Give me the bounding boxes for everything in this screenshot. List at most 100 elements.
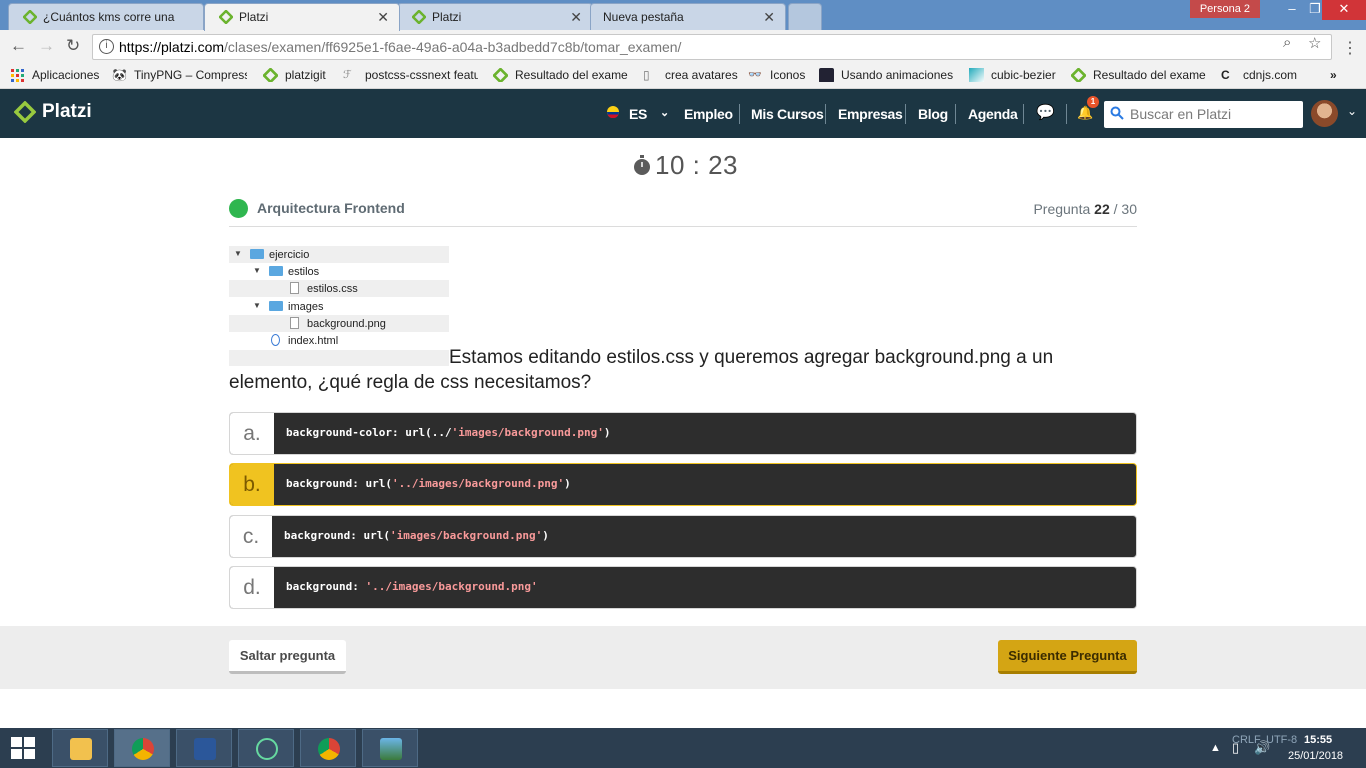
- close-icon[interactable]: ✕: [763, 9, 775, 26]
- bookmark-avatares[interactable]: ▯ crea avatares: [643, 68, 738, 82]
- taskbar-chrome-1[interactable]: [114, 729, 170, 767]
- bookmark-iconos[interactable]: 👓 Iconos: [748, 68, 805, 82]
- bookmark-platzigit[interactable]: platzigit: [263, 68, 326, 82]
- language-selector[interactable]: ES: [629, 106, 647, 122]
- close-window-icon[interactable]: ✕: [1322, 0, 1366, 20]
- answer-option-a[interactable]: a. background-color: url(../'images/back…: [229, 412, 1137, 455]
- bookmark-label: platzigit: [285, 68, 326, 82]
- code-text: ): [564, 477, 571, 490]
- option-code: background-color: url(../'images/backgro…: [286, 426, 611, 439]
- folder-icon: [70, 738, 92, 760]
- taskbar-chrome-2[interactable]: [300, 729, 356, 767]
- forward-icon[interactable]: →: [38, 36, 55, 56]
- nav-empleo[interactable]: Empleo: [684, 106, 733, 122]
- skip-question-button[interactable]: Saltar pregunta: [229, 640, 346, 674]
- folder-icon: [269, 266, 283, 276]
- option-letter: d.: [230, 567, 274, 608]
- bookmark-tinypng[interactable]: 🐼 TinyPNG – Compress: [112, 68, 247, 82]
- browser-tab-2[interactable]: Platzi ✕: [204, 3, 400, 31]
- search-icon: [1110, 106, 1124, 120]
- bookmarks-bar: Aplicaciones 🐼 TinyPNG – Compress platzi…: [0, 64, 1366, 89]
- minimize-icon[interactable]: –: [1276, 0, 1308, 20]
- option-code: background: url('../images/background.pn…: [286, 477, 571, 490]
- bookmark-apps[interactable]: Aplicaciones: [10, 68, 99, 82]
- clock-date[interactable]: 25/01/2018: [1288, 750, 1343, 762]
- reload-icon[interactable]: ↻: [66, 36, 80, 56]
- page-icon: ▯: [643, 68, 650, 82]
- taskbar-atom[interactable]: [238, 729, 294, 767]
- platzi-icon: [1071, 68, 1086, 82]
- chrome-icon: [132, 738, 154, 760]
- star-icon[interactable]: ☆: [1308, 34, 1321, 52]
- chevron-down-icon[interactable]: ⌄: [660, 106, 669, 119]
- answer-option-c[interactable]: c. background: url('images/background.pn…: [229, 515, 1137, 558]
- option-letter: a.: [230, 413, 274, 454]
- address-bar[interactable]: i https://platzi.com/clases/examen/ff692…: [92, 34, 1332, 60]
- close-icon[interactable]: ✕: [570, 9, 582, 26]
- chat-bubble-icon[interactable]: 💬: [1036, 103, 1055, 121]
- browser-toolbar: ← → ↻ i https://platzi.com/clases/examen…: [0, 30, 1366, 64]
- code-text: ): [542, 529, 549, 542]
- bookmark-label: Resultado del exame: [1093, 68, 1206, 82]
- tray-chevron-icon[interactable]: ▲: [1210, 742, 1221, 754]
- atom-icon: [256, 738, 278, 760]
- browser-tab-4[interactable]: Nueva pestaña ✕: [590, 3, 786, 30]
- logo-text: Platzi: [42, 101, 92, 122]
- code-text: background: url(: [286, 477, 392, 490]
- nav-empresas[interactable]: Empresas: [838, 106, 903, 122]
- nav-agenda[interactable]: Agenda: [968, 106, 1018, 122]
- battery-icon[interactable]: ▯: [1232, 740, 1239, 756]
- tree-row: ▼ ejercicio: [229, 246, 449, 263]
- bezier-icon: [969, 68, 984, 82]
- windows-taskbar: CRLF UTF-8 ▲ ▯ 🔊 15:55 25/01/2018: [0, 728, 1366, 768]
- bookmark-resultado-2[interactable]: Resultado del exame: [1071, 68, 1206, 82]
- new-tab-button[interactable]: [788, 3, 822, 30]
- answer-option-d[interactable]: d. background: '../images/background.png…: [229, 566, 1137, 609]
- taskbar-photos[interactable]: [362, 729, 418, 767]
- question-counter: Pregunta 22 / 30: [1033, 201, 1137, 217]
- chrome-icon: [318, 738, 340, 760]
- zoom-icon[interactable]: ⌕: [1283, 34, 1291, 51]
- search-input[interactable]: Buscar en Platzi: [1104, 101, 1303, 128]
- restore-icon[interactable]: ❐: [1308, 0, 1322, 20]
- nav-mis-cursos[interactable]: Mis Cursos: [751, 106, 824, 122]
- platzi-logo[interactable]: Platzi: [14, 101, 92, 123]
- chevron-down-icon[interactable]: ⌄: [1347, 104, 1357, 118]
- panda-icon: 🐼: [112, 68, 127, 82]
- folder-icon: [250, 249, 264, 259]
- browser-tab-1[interactable]: ¿Cuántos kms corre una: [8, 3, 204, 30]
- bookmark-postcss[interactable]: ℱ postcss-cssnext featu: [343, 68, 478, 82]
- url-path: /clases/examen/ff6925e1-f6ae-49a6-a04a-b…: [224, 39, 682, 55]
- more-bookmarks-icon[interactable]: »: [1330, 68, 1337, 82]
- next-question-button[interactable]: Siguiente Pregunta: [998, 640, 1137, 674]
- answer-option-b[interactable]: b. background: url('../images/background…: [229, 463, 1137, 506]
- taskbar-file-explorer[interactable]: [52, 729, 108, 767]
- option-code: background: '../images/background.png': [286, 580, 538, 593]
- menu-icon[interactable]: ⋮: [1342, 38, 1358, 58]
- bookmark-cdnjs[interactable]: C cdnjs.com: [1221, 68, 1297, 82]
- tab-label: Platzi: [239, 10, 269, 24]
- timer-value: 10 : 23: [655, 150, 739, 180]
- search-placeholder: Buscar en Platzi: [1130, 106, 1232, 122]
- browser-tab-3[interactable]: Platzi ✕: [397, 3, 593, 30]
- taskbar-word[interactable]: [176, 729, 232, 767]
- course-name: Arquitectura Frontend: [257, 200, 405, 216]
- platzi-favicon-icon: [412, 10, 426, 24]
- question-current: 22: [1094, 201, 1110, 217]
- profile-badge[interactable]: Persona 2: [1189, 0, 1260, 18]
- bookmark-resultado-1[interactable]: Resultado del exame: [493, 68, 628, 82]
- windows-start-icon[interactable]: [10, 736, 36, 760]
- bookmark-animaciones[interactable]: Usando animaciones: [819, 68, 954, 82]
- back-icon[interactable]: ←: [10, 36, 27, 56]
- info-icon[interactable]: i: [99, 39, 114, 54]
- avatar[interactable]: [1311, 100, 1338, 127]
- volume-icon[interactable]: 🔊: [1254, 740, 1270, 756]
- tree-row: ▼ images: [229, 298, 449, 315]
- nav-blog[interactable]: Blog: [918, 106, 948, 122]
- css-file-icon: [290, 282, 299, 294]
- bookmark-label: Iconos: [770, 68, 806, 82]
- close-icon[interactable]: ✕: [377, 9, 389, 26]
- option-letter: c.: [230, 516, 272, 557]
- clock-time[interactable]: 15:55: [1304, 734, 1332, 746]
- bookmark-cubic-bezier[interactable]: cubic-bezier: [969, 68, 1056, 82]
